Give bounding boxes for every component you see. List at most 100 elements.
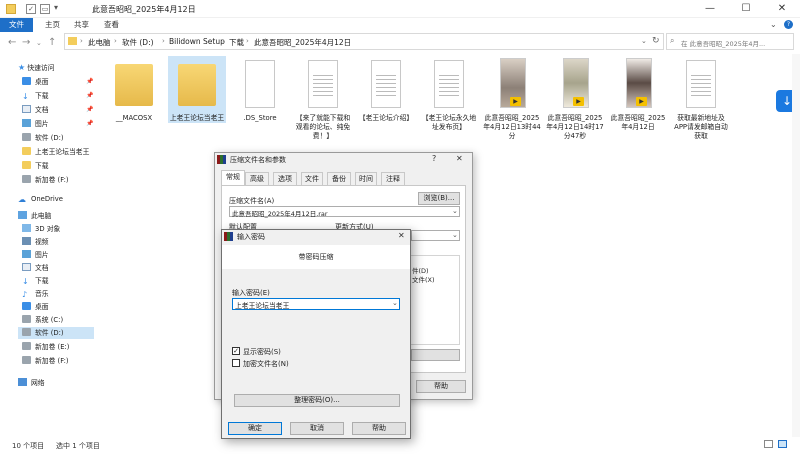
tab-view[interactable]: 查看 bbox=[95, 18, 128, 32]
nav-drive-d-quick[interactable]: 软件 (D:) bbox=[22, 132, 64, 144]
computer-icon bbox=[18, 211, 27, 219]
nav-network[interactable]: 网络 bbox=[18, 377, 45, 389]
archive-name-label: 压缩文件名(A) bbox=[229, 197, 275, 205]
scrollbar[interactable] bbox=[792, 54, 800, 437]
file-item[interactable]: ▶ 此意吾昭昭_2025年4月12日 bbox=[609, 56, 667, 132]
breadcrumb-this-pc[interactable]: 此电脑 bbox=[88, 37, 111, 48]
tab-comment[interactable]: 注释 bbox=[381, 172, 405, 185]
play-icon: ▶ bbox=[510, 97, 521, 106]
show-password-checkbox[interactable]: ✓ bbox=[232, 347, 240, 355]
password-dialog-title: 输入密码 bbox=[237, 233, 265, 241]
details-view-icon[interactable] bbox=[764, 440, 773, 448]
breadcrumb-download[interactable]: 下载 bbox=[229, 37, 244, 48]
cloud-icon: ☁ bbox=[18, 195, 26, 204]
nav-drive-f[interactable]: 新加卷 (F:) bbox=[22, 355, 69, 367]
nav-drive-e[interactable]: 新加卷 (E:) bbox=[22, 341, 69, 353]
close-icon[interactable]: ✕ bbox=[456, 154, 463, 163]
tab-options[interactable]: 选项 bbox=[273, 172, 297, 185]
help-icon[interactable]: ? bbox=[784, 20, 793, 29]
chevron-down-icon[interactable]: ⌄ bbox=[770, 20, 777, 29]
nav-pictures[interactable]: 图片 bbox=[22, 118, 49, 130]
desktop-icon bbox=[22, 77, 31, 85]
new-folder-icon[interactable]: ▭ bbox=[40, 4, 50, 14]
forward-arrow-icon[interactable]: → bbox=[22, 37, 30, 48]
organize-passwords-button[interactable]: 整理密码(O)... bbox=[234, 394, 400, 407]
chevron-down-icon[interactable]: ⌄ bbox=[452, 207, 458, 215]
nav-3d-objects[interactable]: 3D 对象 bbox=[22, 223, 60, 235]
back-arrow-icon[interactable]: ← bbox=[8, 37, 16, 48]
tab-share[interactable]: 共享 bbox=[65, 18, 98, 32]
nav-onedrive[interactable]: ☁ OneDrive bbox=[18, 193, 63, 205]
encrypt-names-checkbox[interactable] bbox=[232, 359, 240, 367]
nav-this-pc[interactable]: 此电脑 bbox=[18, 210, 51, 222]
help-icon[interactable]: ? bbox=[432, 154, 436, 163]
tab-file[interactable]: 文件 bbox=[0, 18, 33, 32]
nav-documents[interactable]: 文档 bbox=[22, 104, 49, 116]
tab-backup[interactable]: 备份 bbox=[327, 172, 351, 185]
file-item[interactable]: 【老王论坛介绍】 bbox=[357, 56, 415, 123]
tab-files[interactable]: 文件 bbox=[301, 172, 323, 185]
nav-pc-downloads[interactable]: ↓ 下载 bbox=[22, 275, 49, 287]
nav-drive-d[interactable]: 软件 (D:) bbox=[18, 327, 94, 339]
customize-qa-icon[interactable]: ▾ bbox=[54, 3, 58, 12]
nav-pc-documents[interactable]: 文档 bbox=[22, 262, 49, 274]
pin-icon: 📌 bbox=[86, 78, 94, 85]
nav-drive-c[interactable]: 系统 (C:) bbox=[22, 314, 63, 326]
address-dropdown-icon[interactable]: ⌄ bbox=[641, 37, 647, 45]
file-item[interactable]: ▶ 此意吾昭昭_2025年4月12日14时17分47秒 bbox=[546, 56, 604, 141]
browse-button[interactable]: 浏览(B)... bbox=[418, 192, 460, 205]
search-input[interactable]: 在 此意吾昭昭_2025年4月... bbox=[681, 38, 765, 48]
tab-general[interactable]: 常规 bbox=[221, 170, 245, 185]
breadcrumb-bilidown[interactable]: Bilidown Setup bbox=[169, 37, 225, 46]
large-icons-view-icon[interactable] bbox=[778, 440, 787, 448]
file-item[interactable]: ▶ 此意吾昭昭_2025年4月12日13时44分 bbox=[483, 56, 541, 141]
nav-download-folder[interactable]: 下载 bbox=[22, 160, 49, 172]
help-button[interactable]: 帮助 bbox=[352, 422, 406, 435]
nav-pc-pictures[interactable]: 图片 bbox=[22, 249, 49, 261]
status-item-count: 10 个项目 bbox=[12, 442, 45, 450]
close-icon[interactable]: ✕ bbox=[398, 231, 405, 240]
tab-advanced[interactable]: 高级 bbox=[245, 172, 269, 185]
file-item[interactable]: 【来了就能下载和观看的论坛、纯免费！】 bbox=[294, 56, 352, 141]
minimize-button[interactable]: — bbox=[692, 0, 728, 18]
archive-name-value: 此意吾昭昭_2025年4月12日.rar bbox=[232, 210, 328, 218]
play-icon: ▶ bbox=[636, 97, 647, 106]
breadcrumb-current[interactable]: 此意吾昭昭_2025年4月12日 bbox=[254, 37, 351, 48]
close-button[interactable]: ✕ bbox=[764, 0, 800, 18]
tab-time[interactable]: 时间 bbox=[355, 172, 377, 185]
maximize-button[interactable]: ☐ bbox=[728, 0, 764, 18]
nav-pc-desktop[interactable]: 桌面 bbox=[22, 301, 49, 313]
cancel-button[interactable]: 取消 bbox=[290, 422, 344, 435]
nav-desktop[interactable]: 桌面 bbox=[22, 76, 49, 88]
archive-help-button[interactable]: 帮助 bbox=[416, 380, 466, 393]
nav-laowang-folder[interactable]: 上老王论坛当老王 bbox=[22, 146, 89, 158]
nav-drive-f-quick[interactable]: 新加卷 (F:) bbox=[22, 174, 69, 186]
properties-icon[interactable]: ✓ bbox=[26, 4, 36, 14]
address-bar[interactable] bbox=[64, 33, 664, 50]
nav-downloads[interactable]: ↓ 下载 bbox=[22, 90, 49, 102]
file-item[interactable]: __MACOSX bbox=[105, 56, 163, 123]
nav-videos[interactable]: 视频 bbox=[22, 236, 49, 248]
file-item[interactable]: 上老王论坛当老王 bbox=[168, 56, 226, 123]
file-item[interactable]: 【老王论坛永久地址发布页】 bbox=[420, 56, 478, 132]
archive-option-button[interactable] bbox=[411, 349, 460, 361]
archive-dialog-title: 压缩文件名和参数 bbox=[230, 156, 286, 164]
picture-icon bbox=[22, 119, 31, 127]
music-icon: ♪ bbox=[22, 290, 28, 299]
nav-quick-access[interactable]: ★ 快速访问 bbox=[18, 62, 55, 74]
drive-icon bbox=[22, 328, 31, 336]
recent-chevron-icon[interactable]: ⌄ bbox=[36, 39, 42, 47]
drive-icon bbox=[22, 133, 31, 141]
nav-music[interactable]: ♪ 音乐 bbox=[22, 288, 49, 300]
up-arrow-icon[interactable]: ↑ bbox=[48, 37, 56, 48]
breadcrumb-drive-d[interactable]: 软件 (D:) bbox=[122, 37, 154, 48]
chevron-down-icon[interactable]: ⌄ bbox=[392, 299, 398, 307]
refresh-icon[interactable]: ↻ bbox=[652, 36, 660, 46]
file-item[interactable]: 获取最新地址及APP请发邮箱自动获取 bbox=[672, 56, 730, 141]
ok-button[interactable]: 确定 bbox=[228, 422, 282, 435]
cube-icon bbox=[22, 224, 31, 232]
chevron-down-icon[interactable]: ⌄ bbox=[452, 231, 458, 239]
folder-icon bbox=[6, 4, 16, 14]
file-item[interactable]: .DS_Store bbox=[231, 56, 289, 123]
pin-icon: 📌 bbox=[86, 120, 94, 127]
